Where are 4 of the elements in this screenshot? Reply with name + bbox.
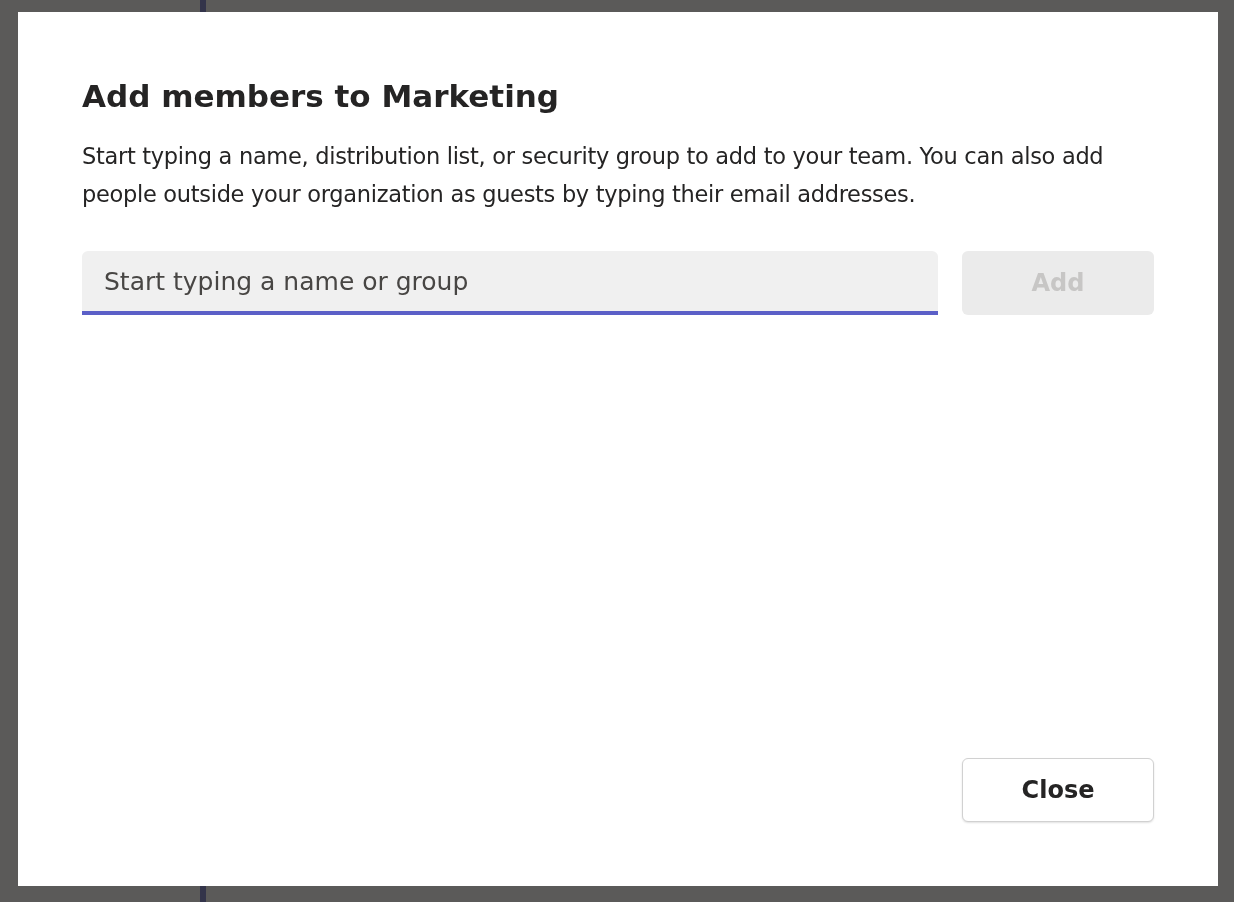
search-field[interactable]: Start typing a name or group (82, 251, 938, 316)
dialog-description: Start typing a name, distribution list, or security group to add to your team. You can also add people outside your organization as guests by typing their email addresses. (82, 142, 1105, 210)
close-button[interactable]: Close (962, 758, 1154, 822)
dialog-title: Add members to Marketing (82, 78, 561, 116)
